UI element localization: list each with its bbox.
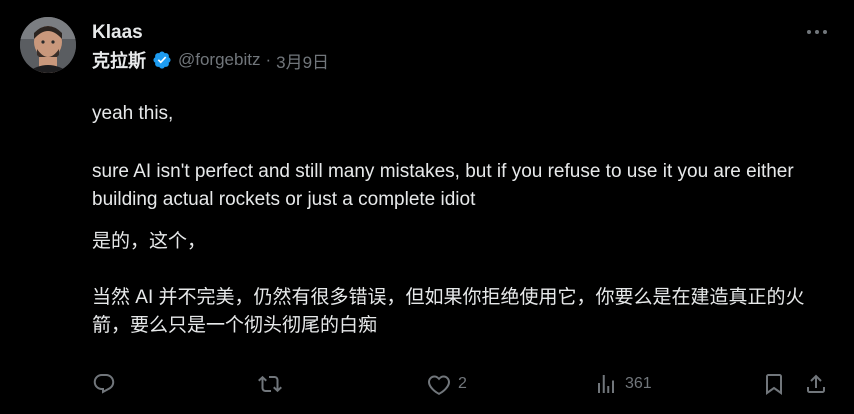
retweet-icon bbox=[258, 375, 282, 393]
verified-badge-icon bbox=[153, 51, 171, 69]
translation-paragraph2: 当然 AI 并不完美，仍然有很多错误，但如果你拒绝使用它，你要么是在建造真正的火… bbox=[92, 287, 805, 336]
separator-dot: · bbox=[265, 50, 272, 69]
translation-line1: 是的，这个， bbox=[92, 231, 207, 252]
views-button[interactable]: 361 bbox=[594, 370, 652, 398]
like-button[interactable]: 2 bbox=[427, 370, 467, 398]
like-icon bbox=[428, 375, 450, 396]
bookmark-button[interactable] bbox=[762, 370, 786, 398]
more-options-button[interactable] bbox=[804, 22, 830, 42]
tweet-text-line1: yeah this, bbox=[92, 103, 174, 124]
tweet-date[interactable]: 3月9日 bbox=[276, 48, 329, 73]
reply-button[interactable] bbox=[92, 370, 123, 398]
view-count: 361 bbox=[625, 375, 652, 392]
reply-icon bbox=[93, 374, 115, 394]
tweet: Klaas 克拉斯 @forgebitz · 3月9日 yeah this, s… bbox=[0, 0, 854, 414]
share-icon bbox=[807, 374, 825, 393]
tweet-text-paragraph2: sure AI isn't perfect and still many mis… bbox=[92, 161, 794, 210]
bookmark-icon bbox=[766, 374, 782, 395]
share-button[interactable] bbox=[804, 370, 828, 398]
user-meta-row: 克拉斯 @forgebitz · 3月9日 bbox=[92, 48, 329, 72]
views-icon bbox=[598, 375, 614, 393]
display-name[interactable]: Klaas bbox=[92, 22, 143, 44]
retweet-button[interactable] bbox=[258, 370, 289, 398]
user-handle[interactable]: @forgebitz bbox=[178, 50, 260, 70]
like-count: 2 bbox=[458, 375, 467, 392]
avatar[interactable] bbox=[20, 17, 76, 73]
more-icon bbox=[807, 30, 827, 34]
action-bar: 2 361 bbox=[92, 370, 832, 398]
display-name-chinese[interactable]: 克拉斯 bbox=[92, 47, 146, 73]
